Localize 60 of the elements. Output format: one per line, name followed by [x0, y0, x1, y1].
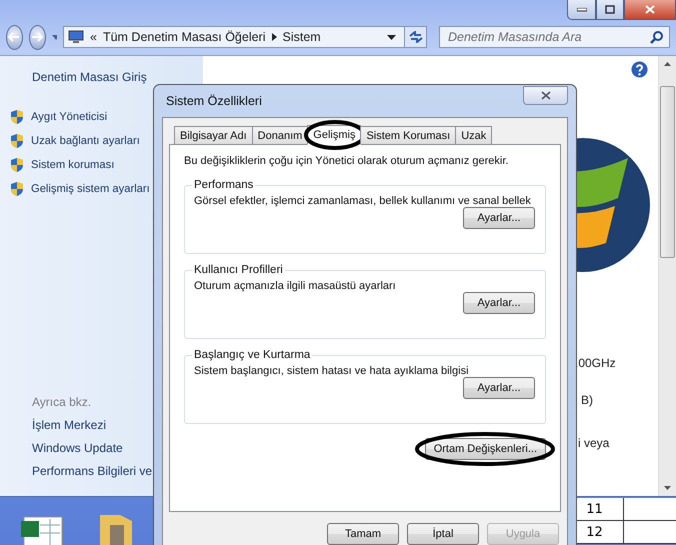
tab[interactable]: Uzak: [455, 126, 492, 144]
minimize-icon: [576, 8, 586, 12]
minimize-button[interactable]: [567, 0, 596, 20]
breadcrumb-chevron[interactable]: «: [90, 30, 97, 44]
refresh-button[interactable]: [405, 26, 427, 48]
notice-text: Bu değişikliklerin çoğu için Yönetici olarak oturum açmanız gerekir.: [184, 155, 510, 167]
maximize-icon: [605, 5, 615, 14]
scroll-up-icon: [664, 62, 671, 66]
right-arrow-icon: [31, 32, 44, 42]
settings-button[interactable]: Ayarlar...: [463, 377, 535, 399]
shield-icon: [9, 133, 25, 149]
table-cell: [623, 498, 676, 521]
dialog-button[interactable]: İptal: [407, 523, 479, 545]
breadcrumb-item[interactable]: Tüm Denetim Masası Öğeleri: [102, 30, 266, 44]
group-description: Sistem başlangıcı, sistem hatası ve hata ayıklama bilgisi: [194, 365, 470, 377]
group-title: Kullanıcı Profilleri: [193, 264, 284, 276]
shield-icon: [9, 157, 25, 173]
folder-icon: [100, 515, 132, 545]
tab[interactable]: Sistem Koruması: [360, 126, 456, 144]
group-description: Oturum açmanızla ilgili masaüstü ayarları: [194, 280, 397, 292]
settings-button[interactable]: Ayarlar...: [463, 207, 535, 229]
maximize-button[interactable]: [596, 0, 624, 20]
system-info-text: .00GHz: [575, 356, 616, 370]
close-button[interactable]: [624, 0, 676, 20]
left-arrow-icon: [8, 32, 20, 42]
group-title: Başlangıç ve Kurtarma: [193, 349, 312, 361]
sidebar-link[interactable]: Denetim Masası Giriş: [0, 70, 203, 93]
scrollbar[interactable]: [658, 56, 676, 496]
settings-button[interactable]: Ayarlar...: [463, 292, 535, 314]
close-icon: [645, 5, 655, 14]
dialog-button[interactable]: Tamam: [327, 523, 399, 545]
monitor-icon: [68, 30, 84, 44]
dropdown-icon: [387, 34, 396, 40]
address-bar[interactable]: « Tüm Denetim Masası Öğeleri Sistem: [63, 26, 405, 48]
shield-icon: [9, 109, 25, 125]
breadcrumb-arrow-icon: [272, 33, 277, 41]
group-description: Görsel efektler, işlemci zamanlaması, bellek kullanımı ve sanal bellek: [194, 195, 532, 207]
group-title: Performans: [193, 179, 254, 191]
environment-variables-button[interactable]: Ortam Değişkenleri...: [424, 438, 546, 460]
shield-icon: [9, 181, 25, 197]
tab[interactable]: Bilgisayar Adı: [174, 126, 253, 144]
help-icon[interactable]: [631, 61, 648, 78]
sidebar-task-link[interactable]: Aygıt Yöneticisi: [0, 105, 203, 129]
system-info-text: B): [581, 393, 593, 407]
dialog-title: Sistem Özellikleri: [165, 94, 262, 108]
back-button[interactable]: [6, 24, 23, 50]
close-button[interactable]: [523, 86, 568, 104]
system-info-text: i veya: [578, 436, 610, 450]
scroll-down-icon: [664, 486, 671, 490]
breadcrumb-item[interactable]: Sistem: [282, 30, 321, 44]
section-heading: Ayrıca bkz.: [31, 395, 92, 411]
refresh-icon: [408, 31, 422, 43]
tab[interactable]: Donanım: [252, 126, 308, 144]
table-cell: [623, 521, 676, 544]
close-icon: [540, 90, 550, 100]
dropdown-icon: [52, 34, 57, 40]
forward-button[interactable]: [28, 24, 46, 50]
search-field[interactable]: Denetim Masasında Ara: [439, 26, 670, 48]
search-input[interactable]: Denetim Masasında Ara: [446, 29, 650, 45]
search-icon: [650, 30, 663, 44]
